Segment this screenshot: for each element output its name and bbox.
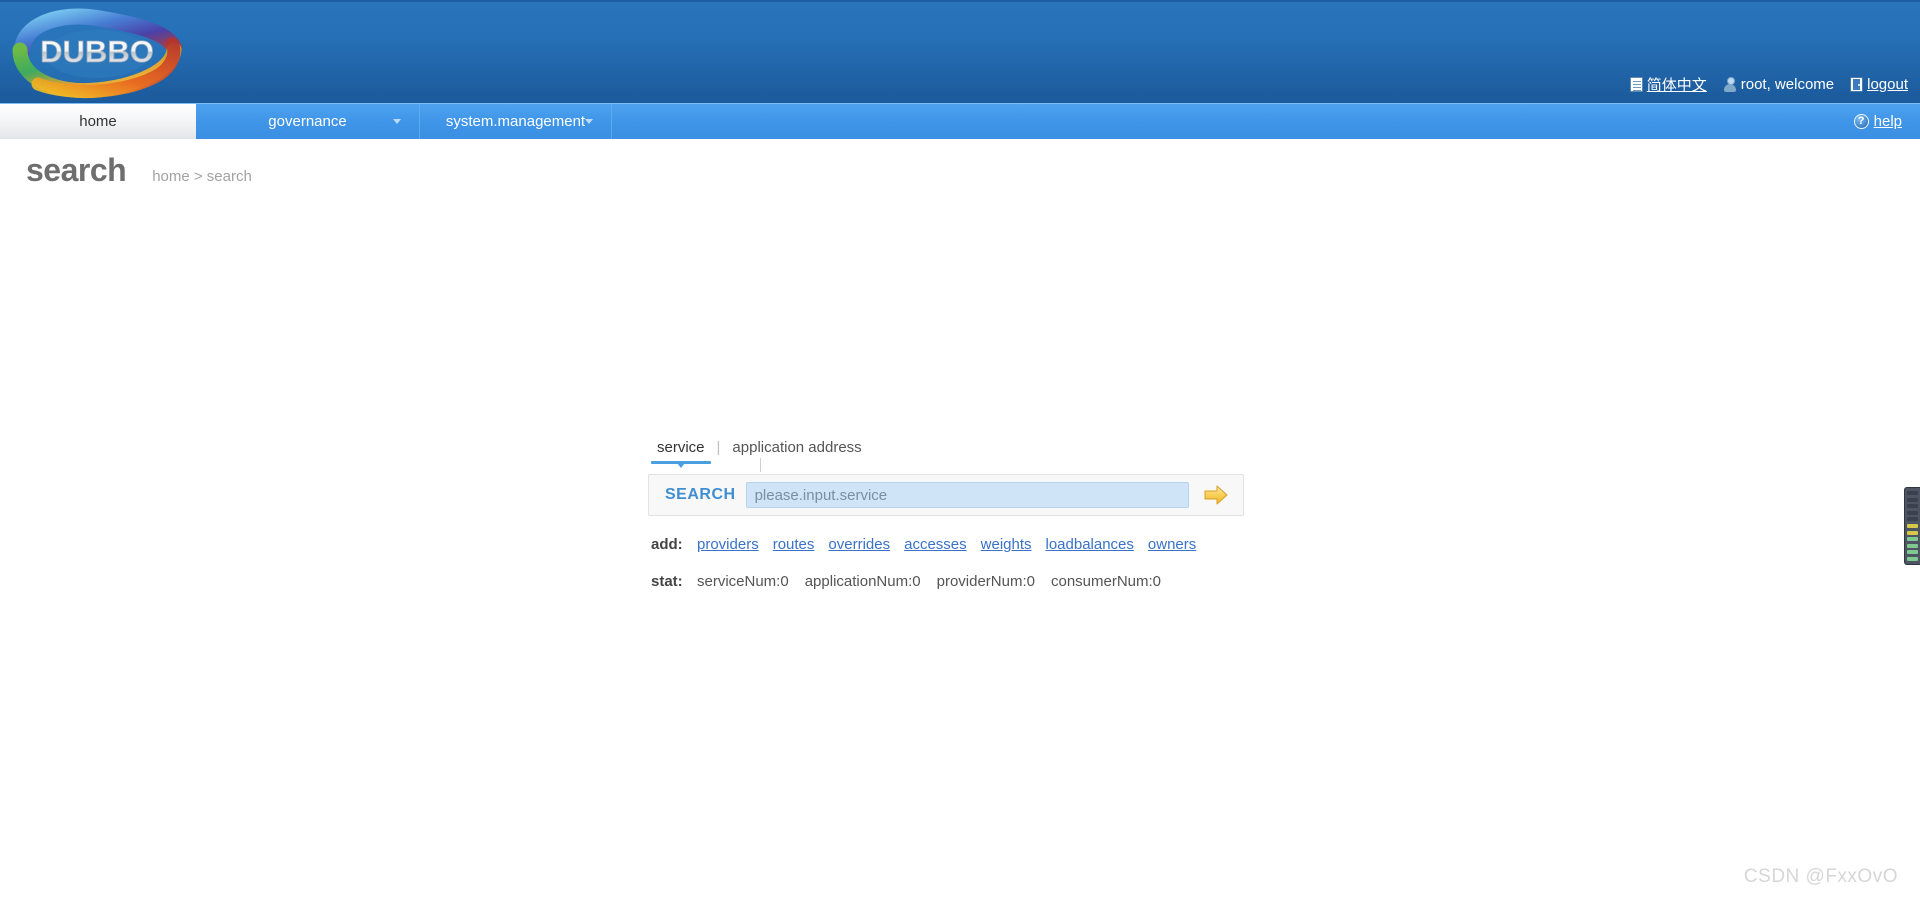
page-header: search home > search [0,139,1920,201]
logo-text: DUBBO [40,34,154,69]
level-bar [1907,550,1918,555]
chevron-down-icon [585,119,593,124]
nav-item-home[interactable]: home [0,104,196,139]
add-link-owners[interactable]: owners [1148,536,1196,553]
breadcrumb: home > search [152,167,252,185]
question-circle-icon: ? [1853,114,1869,129]
tab-application-address-label: application address [732,439,862,456]
level-bar [1907,504,1918,509]
level-bar [1907,556,1918,561]
logout-link[interactable]: logout [1867,76,1908,93]
level-bar [1907,491,1918,495]
level-bar [1907,523,1918,528]
level-bar [1907,530,1918,535]
door-icon [1850,77,1864,92]
search-submit-button[interactable] [1199,481,1233,509]
stat-row-label: stat: [651,573,683,590]
help-area[interactable]: ? help [1853,113,1902,130]
help-link[interactable]: help [1874,113,1902,130]
nav-item-governance[interactable]: governance [196,104,420,139]
tab-service[interactable]: service [651,439,711,468]
triangle-down-icon [676,463,685,468]
page-title: search [26,151,127,188]
main-navigation: home governance system.management ? help [0,103,1920,139]
add-link-weights[interactable]: weights [981,536,1032,553]
level-bar [1907,510,1918,515]
search-panel: service | application address SEARCH ple… [648,434,1248,590]
search-button-label[interactable]: SEARCH [659,486,736,504]
stat-application-num: applicationNum:0 [804,573,921,590]
stat-provider-num: providerNum:0 [936,573,1035,590]
chevron-down-icon [393,119,401,124]
nav-item-home-label: home [79,113,117,130]
add-row: add: providers routes overrides accesses… [648,536,1248,553]
language-switch[interactable]: 简体中文 [1629,74,1707,95]
user-icon [1723,77,1737,92]
watermark: CSDN @FxxOvO [1743,866,1898,887]
header-user-area: 简体中文 root, welcome logout [1629,74,1908,95]
main-content: service | application address SEARCH ple… [0,201,1920,902]
stat-consumer-num: consumerNum:0 [1050,573,1162,590]
level-meter-widget[interactable] [1904,487,1920,565]
app-header: DUBBO 简体中文 root, welcome logout [0,0,1920,103]
add-link-loadbalances[interactable]: loadbalances [1046,536,1134,553]
search-bar: SEARCH [648,474,1244,516]
arrow-right-icon [1204,485,1228,505]
add-link-overrides[interactable]: overrides [828,536,890,553]
nav-item-system-management[interactable]: system.management [420,104,612,139]
level-bar [1907,517,1918,522]
page-icon [1629,77,1643,92]
tab-service-label: service [657,439,705,456]
add-row-label: add: [651,536,683,553]
language-link[interactable]: 简体中文 [1647,74,1707,95]
tab-separator: | [716,439,721,456]
level-bar [1907,537,1918,542]
add-row-links: providers routes overrides accesses weig… [697,536,1196,553]
tab-application-address[interactable]: application address [726,439,867,460]
search-input[interactable] [745,482,1189,508]
tab-vertical-divider [760,458,761,472]
logout-area[interactable]: logout [1850,76,1908,93]
add-link-routes[interactable]: routes [773,536,815,553]
user-welcome-text: root, welcome [1740,76,1835,93]
nav-item-system-management-label: system.management [445,113,586,130]
add-link-accesses[interactable]: accesses [904,536,967,553]
current-user: root, welcome [1723,76,1834,93]
level-bar [1907,543,1918,548]
search-tab-bar: service | application address [648,434,1248,472]
stat-service-num: serviceNum:0 [697,573,789,590]
stat-row: stat: serviceNum:0 applicationNum:0 prov… [648,573,1248,590]
add-link-providers[interactable]: providers [697,536,759,553]
dubbo-logo[interactable]: DUBBO [8,4,186,100]
level-bar [1907,497,1918,502]
stat-row-values: serviceNum:0 applicationNum:0 providerNu… [697,573,1161,590]
nav-item-governance-label: governance [268,113,347,130]
